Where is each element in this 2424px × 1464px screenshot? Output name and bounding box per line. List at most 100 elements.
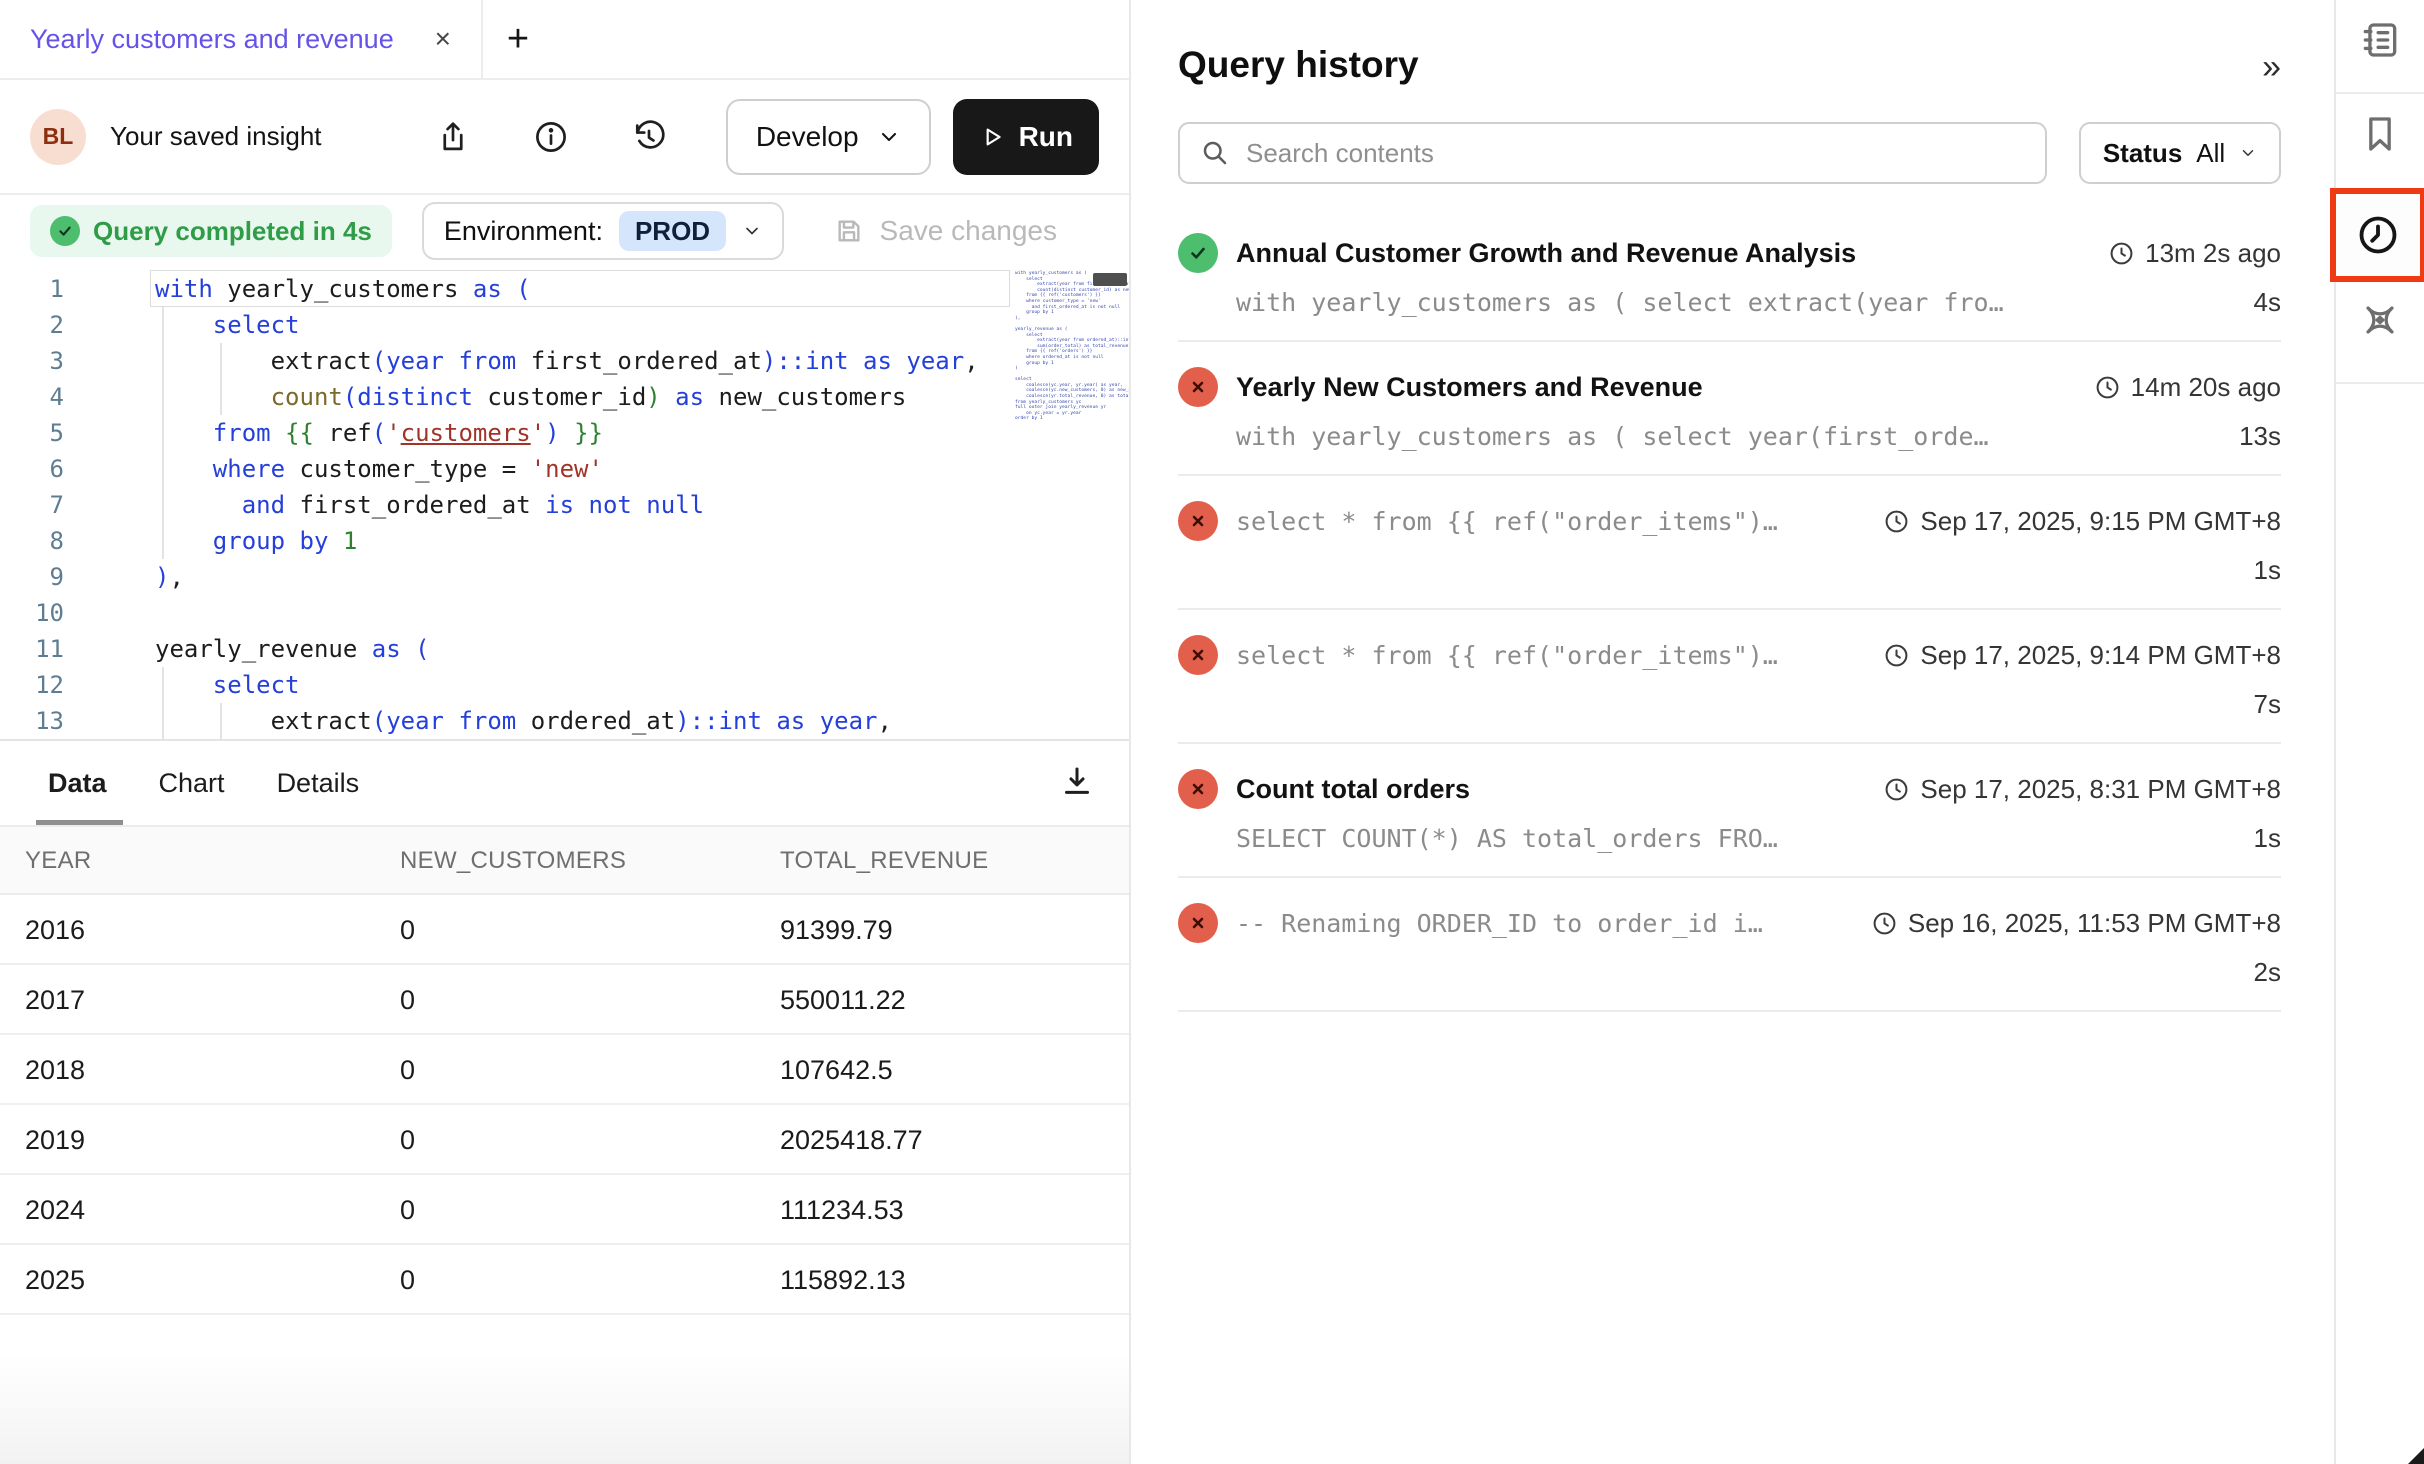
line-number: 8: [0, 523, 100, 559]
error-status-icon: [1178, 635, 1218, 675]
collapse-panel-icon[interactable]: »: [2262, 50, 2281, 84]
line-number: 2: [0, 307, 100, 343]
info-button[interactable]: [530, 116, 572, 158]
table-body: 2016091399.7920170550011.2220180107642.5…: [0, 895, 1129, 1315]
run-button[interactable]: Run: [953, 99, 1099, 175]
table-row: 2016091399.79: [0, 895, 1129, 965]
code-text: count(distinct customer_id) as new_custo…: [155, 379, 906, 415]
search-icon: [1200, 138, 1230, 168]
code-text: yearly_revenue as (: [155, 631, 430, 667]
query-title: Annual Customer Growth and Revenue Analy…: [1236, 238, 2108, 269]
code-text: with yearly_customers as (: [155, 271, 531, 307]
query-snippet: with yearly_customers as ( select year(f…: [1236, 422, 2239, 451]
status-filter-dropdown[interactable]: Status All: [2079, 122, 2281, 184]
table-cell: 2017: [0, 965, 375, 1035]
code-line: 2 select: [0, 307, 1129, 343]
saved-insight-label: Your saved insight: [110, 121, 322, 152]
right-icon-sidebar: [2334, 0, 2424, 1464]
code-text: group by 1: [155, 523, 357, 559]
resize-handle[interactable]: [2408, 1448, 2424, 1464]
minimap-slider[interactable]: [1093, 273, 1127, 286]
new-tab-button[interactable]: +: [483, 0, 553, 78]
query-title: Count total orders: [1236, 774, 1883, 805]
query-history-item[interactable]: select * from {{ ref("order_items")…Sep …: [1178, 476, 2281, 610]
table-cell: 0: [375, 1175, 755, 1245]
query-duration: 2s: [2254, 957, 2281, 988]
line-number: 1: [0, 271, 100, 307]
info-icon: [532, 118, 570, 156]
save-changes-button[interactable]: Save changes: [833, 215, 1057, 247]
table-cell: 0: [375, 895, 755, 965]
bookmark-icon[interactable]: [2336, 112, 2424, 156]
table-cell: 91399.79: [755, 895, 1129, 965]
download-icon: [1059, 763, 1095, 799]
query-title: select * from {{ ref("order_items")…: [1236, 641, 1883, 670]
query-timestamp: Sep 16, 2025, 11:53 PM GMT+8: [1871, 908, 2281, 939]
share-button[interactable]: [432, 116, 474, 158]
close-icon[interactable]: ×: [435, 25, 451, 53]
table-cell: 0: [375, 1105, 755, 1175]
results-tab-bar: Data Chart Details: [0, 741, 1129, 825]
download-results-button[interactable]: [1059, 763, 1095, 804]
query-timestamp: 14m 20s ago: [2094, 372, 2281, 403]
table-cell: 2024: [0, 1175, 375, 1245]
table-row: 20240111234.53: [0, 1175, 1129, 1245]
history-clock-icon[interactable]: [2330, 188, 2424, 282]
history-restore-icon: [630, 118, 668, 156]
line-number: 4: [0, 379, 100, 415]
code-text: from {{ ref('customers') }}: [155, 415, 603, 451]
lineage-icon[interactable]: [2336, 298, 2424, 342]
table-cell: 111234.53: [755, 1175, 1129, 1245]
environment-selector[interactable]: Environment: PROD: [422, 202, 784, 260]
editor-minimap[interactable]: with yearly_customers as ( select extrac…: [1015, 271, 1127, 422]
code-text: and first_ordered_at is not null: [155, 487, 704, 523]
table-cell: 2019: [0, 1105, 375, 1175]
code-text: select: [155, 307, 300, 343]
code-line: 6 where customer_type = 'new': [0, 451, 1129, 487]
query-history-item[interactable]: select * from {{ ref("order_items")…Sep …: [1178, 610, 2281, 744]
avatar: BL: [30, 109, 86, 165]
results-panel: Data Chart Details YEARNEW_CUSTOMERSTOTA…: [0, 739, 1129, 1464]
tab-data[interactable]: Data: [48, 741, 107, 825]
query-timestamp: Sep 17, 2025, 9:14 PM GMT+8: [1883, 640, 2281, 671]
version-history-button[interactable]: [628, 116, 670, 158]
query-history-item[interactable]: -- Renaming ORDER_ID to order_id i…Sep 1…: [1178, 878, 2281, 1012]
table-row: 20170550011.22: [0, 965, 1129, 1035]
tab-bar: Yearly customers and revenue × +: [0, 0, 1129, 80]
search-box: [1178, 122, 2047, 184]
develop-dropdown[interactable]: Develop: [726, 99, 931, 175]
indent-guide: [162, 667, 164, 739]
query-history-item[interactable]: Count total ordersSep 17, 2025, 8:31 PM …: [1178, 744, 2281, 878]
code-line: 3 extract(year from first_ordered_at)::i…: [0, 343, 1129, 379]
tab-chart[interactable]: Chart: [159, 741, 225, 825]
code-text: where customer_type = 'new': [155, 451, 603, 487]
status-filter-value: All: [2196, 138, 2225, 169]
query-timestamp: Sep 17, 2025, 9:15 PM GMT+8: [1883, 506, 2281, 537]
clock-icon: [2108, 240, 2135, 267]
sql-code-editor[interactable]: 1with yearly_customers as (2 select3 ext…: [0, 265, 1129, 739]
tab-details[interactable]: Details: [277, 741, 360, 825]
line-number: 5: [0, 415, 100, 451]
clock-icon: [1883, 508, 1910, 535]
code-line: 11yearly_revenue as (: [0, 631, 1129, 667]
chevron-down-icon: [2239, 144, 2257, 162]
insight-toolbar: BL Your saved insight Develop Run: [0, 80, 1129, 195]
query-duration: 4s: [2254, 287, 2281, 318]
table-row: 20180107642.5: [0, 1035, 1129, 1105]
minimap-code: with yearly_customers as ( select extrac…: [1015, 271, 1127, 422]
code-line: 10: [0, 595, 1129, 631]
code-line: 7 and first_ordered_at is not null: [0, 487, 1129, 523]
tab-yearly-customers-and-revenue[interactable]: Yearly customers and revenue ×: [0, 0, 483, 78]
environment-value-badge: PROD: [619, 211, 726, 251]
code-line: 13 extract(year from ordered_at)::int as…: [0, 703, 1129, 739]
search-input[interactable]: [1246, 138, 2025, 169]
table-row: 201902025418.77: [0, 1105, 1129, 1175]
query-history-item[interactable]: Yearly New Customers and Revenue14m 20s …: [1178, 342, 2281, 476]
code-line: 8 group by 1: [0, 523, 1129, 559]
query-history-item[interactable]: Annual Customer Growth and Revenue Analy…: [1178, 208, 2281, 342]
table-cell: 2025418.77: [755, 1105, 1129, 1175]
notebook-icon[interactable]: [2336, 18, 2424, 62]
code-line: 1 with yearly_customers as (: [0, 271, 1129, 307]
share-icon: [434, 118, 472, 156]
indent-guide: [220, 703, 222, 739]
